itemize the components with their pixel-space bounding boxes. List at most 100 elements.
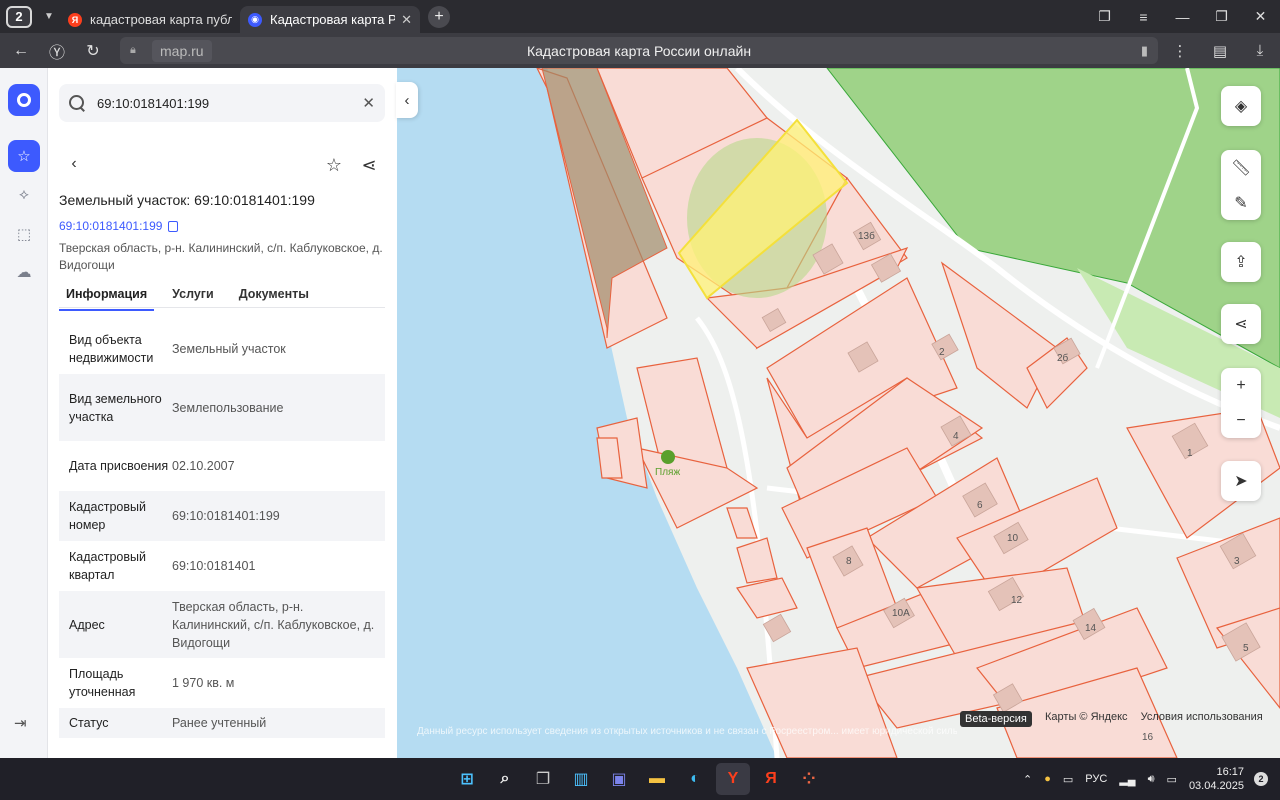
tray-app2-icon[interactable]: ▭ (1063, 773, 1073, 786)
map-footer-links: Карты © Яндекс Условия использования (1045, 711, 1273, 723)
info-value: 1 970 кв. м (172, 676, 235, 690)
task-view-icon[interactable]: ❐ (526, 763, 560, 795)
search-input[interactable] (97, 95, 357, 111)
url-text[interactable]: map.ru (152, 39, 212, 62)
upload-icon[interactable]: ⇪ (1221, 246, 1261, 278)
edge-icon[interactable]: ◐ (678, 763, 712, 795)
explorer-icon[interactable]: ▬ (640, 763, 674, 795)
close-tab-icon[interactable]: ✕ (401, 12, 412, 28)
yandex-browser-icon[interactable]: Y (716, 763, 750, 795)
edit-icon[interactable]: ✎ (1221, 187, 1261, 219)
zoom-in-icon[interactable]: + (1221, 370, 1261, 402)
yandex-copyright[interactable]: Карты © Яндекс (1045, 711, 1128, 723)
clock[interactable]: 16:17 03.04.2025 (1189, 765, 1244, 793)
info-row: Кадастровый квартал 69:10:0181401 (59, 541, 385, 591)
back-nav-icon[interactable]: ← (6, 36, 36, 66)
menu-icon[interactable]: ≡ (1124, 9, 1163, 25)
info-row: Дата присвоения 02.10.2007 (59, 441, 385, 491)
apps-icon[interactable]: ⁘ (792, 763, 826, 795)
new-tab-button[interactable]: + (428, 5, 450, 28)
reload-icon[interactable]: ↻ (78, 36, 108, 66)
battery-icon[interactable]: ▭ (1167, 773, 1177, 786)
cloud-icon[interactable]: ☁ (8, 256, 40, 288)
bookmarks-panel-icon[interactable]: ❐ (1085, 8, 1124, 25)
map-canvas[interactable]: Пляж 13б 2 2б 4 6 10 8 10А 12 14 16 1 3 … (397, 68, 1280, 758)
info-key: Адрес (69, 617, 105, 632)
info-key: Вид объекта недвижимости (69, 333, 154, 365)
bookmark-icon[interactable]: ▮ (1141, 43, 1148, 59)
more-icon[interactable]: ⋮ (1160, 42, 1200, 60)
locate-icon[interactable]: ➤ (1221, 465, 1261, 497)
minimize-icon[interactable]: — (1163, 9, 1202, 25)
maximize-icon[interactable]: ❐ (1202, 8, 1241, 25)
info-value: Тверская область, р-н. Калининский, с/п.… (172, 599, 375, 650)
back-button[interactable]: ‹ (60, 150, 88, 178)
addressbar-right-tools: ⋮ ▤ ⤓ (1160, 33, 1280, 68)
ruler-icon[interactable]: 📏︎ (1221, 152, 1261, 184)
house-number: 1 (1187, 448, 1193, 459)
favorite-star-icon[interactable]: ☆ (319, 150, 349, 180)
teams-icon[interactable]: ▣ (602, 763, 636, 795)
yandex-favicon-icon: Я (68, 12, 82, 27)
share-map-control[interactable]: ⋖ (1221, 304, 1261, 344)
info-panel: ✕ ‹ ☆ ⋖ Земельный участок: 69:10:0181401… (48, 68, 397, 758)
object-title: Земельный участок: 69:10:0181401:199 (59, 192, 315, 208)
language-indicator[interactable]: РУС (1085, 773, 1107, 785)
zoom-control: + − (1221, 368, 1261, 438)
notifications-badge[interactable]: 2 (1254, 772, 1268, 786)
search-icon (69, 95, 85, 111)
copy-icon[interactable] (168, 220, 179, 232)
info-key: Вид земельного участка (69, 391, 162, 424)
search-box[interactable]: ✕ (59, 84, 385, 122)
info-row: Кадастровый номер 69:10:0181401:199 (59, 491, 385, 541)
yandex-app-icon[interactable]: Я (754, 763, 788, 795)
info-key: Кадастровый номер (69, 500, 146, 532)
windows-taskbar: ⊞ ⌕ ❐ ▥ ▣ ▬ ◐ Y Я ⁘ ⌃ ● ▭ РУС ▂▄ 🔊︎ ▭ 16… (0, 758, 1280, 800)
clear-search-icon[interactable]: ✕ (362, 94, 375, 112)
lock-icon: 🔒︎ (130, 43, 136, 56)
upload-control[interactable]: ⇪ (1221, 242, 1261, 282)
house-number: 6 (977, 500, 983, 511)
house-number: 4 (953, 431, 959, 442)
share-map-icon[interactable]: ⋖ (1221, 308, 1261, 340)
window-controls: ❐ ≡ — ❐ ✕ (1085, 0, 1280, 33)
cad-number-link[interactable]: 69:10:0181401:199 (59, 219, 179, 233)
cad-number-text[interactable]: 69:10:0181401:199 (59, 219, 162, 233)
tray-app-icon[interactable]: ● (1044, 773, 1051, 785)
close-window-icon[interactable]: ✕ (1241, 8, 1280, 25)
browser-tab-2[interactable]: ◉ Кадастровая карта Рос ✕ (240, 6, 420, 33)
windows-start-icon[interactable]: ⊞ (450, 763, 484, 795)
map-view[interactable]: Пляж 13б 2 2б 4 6 10 8 10А 12 14 16 1 3 … (397, 68, 1280, 758)
share-icon[interactable]: ⋖ (354, 150, 384, 180)
tab-counter[interactable]: 2 (6, 5, 32, 28)
wifi-icon[interactable]: ▂▄ (1119, 773, 1135, 786)
yandex-icon[interactable]: Ⓨ (42, 36, 72, 66)
info-key: Кадастровый квартал (69, 550, 146, 582)
collapse-panel-button[interactable]: ‹ (396, 82, 418, 118)
tabs-dropdown-icon[interactable]: ▼ (38, 6, 60, 28)
parcel (736, 577, 798, 619)
layers-control[interactable]: ◈ (1221, 86, 1261, 126)
terms-link[interactable]: Условия использования (1141, 711, 1263, 723)
download-icon[interactable]: ⤓ (1240, 42, 1280, 59)
info-value: Землепользование (172, 400, 284, 415)
browser-tab-1[interactable]: Я кадастровая карта публи (60, 6, 240, 33)
area-select-icon[interactable]: ⬚ (8, 218, 40, 250)
info-value: 69:10:0181401 (172, 559, 256, 573)
info-value: 69:10:0181401:199 (172, 509, 280, 523)
search-taskbar-icon[interactable]: ⌕ (488, 763, 522, 795)
zoom-out-icon[interactable]: − (1221, 405, 1261, 437)
layers-icon[interactable]: ◈ (1221, 90, 1261, 122)
favorites-star-icon[interactable]: ☆ (8, 140, 40, 172)
locate-control[interactable]: ➤ (1221, 461, 1261, 501)
collections-icon[interactable]: ▤ (1200, 42, 1240, 60)
logout-icon[interactable]: ⇥ (14, 714, 27, 732)
mapru-logo-icon[interactable] (8, 84, 40, 116)
route-icon[interactable]: ⟡ (8, 178, 40, 210)
tray-expand-icon[interactable]: ⌃ (1023, 773, 1032, 786)
info-row: Вид земельного участка Землепользование (59, 374, 385, 441)
store-icon[interactable]: ▥ (564, 763, 598, 795)
info-key: Площадь уточненная (69, 667, 136, 699)
volume-icon[interactable]: 🔊︎ (1148, 773, 1155, 786)
omnibox[interactable]: 🔒︎ map.ru Кадастровая карта России онлай… (120, 37, 1158, 64)
